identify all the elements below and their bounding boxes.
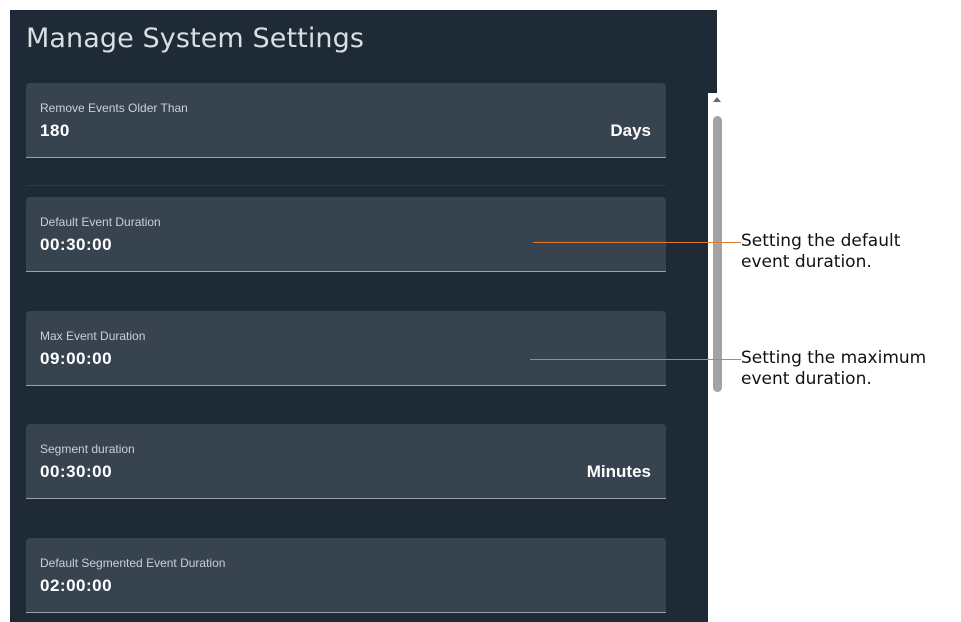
remove-events-older-than-field[interactable]: Remove Events Older Than 180 Days: [26, 83, 666, 158]
callout-text-line: Setting the maximum: [741, 348, 927, 368]
callout-line-default-duration: [533, 242, 741, 243]
callout-max-duration: Setting the maximum event duration.: [741, 348, 926, 390]
max-event-duration-field[interactable]: Max Event Duration 09:00:00: [26, 311, 666, 386]
callout-text-line: event duration.: [741, 369, 872, 389]
field-label: Default Event Duration: [40, 215, 161, 229]
callout-text-line: event duration.: [741, 252, 872, 272]
settings-panel: Manage System Settings Remove Events Old…: [10, 10, 727, 622]
scroll-up-arrow-icon[interactable]: [713, 97, 721, 102]
default-event-duration-field[interactable]: Default Event Duration 00:30:00: [26, 197, 666, 272]
vertical-scrollbar[interactable]: [708, 93, 727, 622]
scrollbar-thumb[interactable]: [713, 116, 722, 392]
section-divider: [26, 185, 666, 186]
page-title: Manage System Settings: [26, 23, 365, 54]
field-label: Default Segmented Event Duration: [40, 556, 226, 570]
field-unit: Days: [610, 121, 651, 140]
field-unit: Minutes: [586, 462, 651, 481]
callout-text-line: Setting the default: [741, 231, 901, 251]
field-label: Remove Events Older Than: [40, 101, 188, 115]
field-value[interactable]: 180: [40, 121, 70, 141]
callout-line-max-duration: [530, 359, 741, 360]
default-segmented-event-duration-field[interactable]: Default Segmented Event Duration 02:00:0…: [26, 538, 666, 613]
field-label: Segment duration: [40, 442, 135, 456]
field-value[interactable]: 00:30:00: [40, 462, 112, 482]
field-value[interactable]: 09:00:00: [40, 349, 112, 369]
field-label: Max Event Duration: [40, 329, 146, 343]
field-value[interactable]: 02:00:00: [40, 576, 112, 596]
field-value[interactable]: 00:30:00: [40, 235, 112, 255]
segment-duration-field[interactable]: Segment duration 00:30:00 Minutes: [26, 424, 666, 499]
callout-default-duration: Setting the default event duration.: [741, 231, 900, 273]
